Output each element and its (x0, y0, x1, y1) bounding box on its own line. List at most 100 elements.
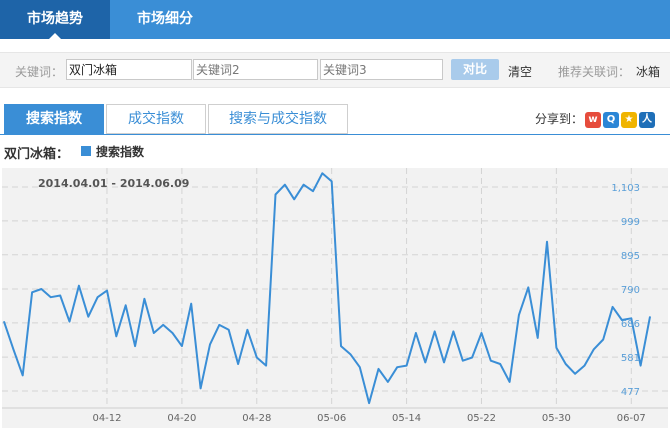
renren-share-icon[interactable]: 人 (639, 112, 655, 128)
tab-market-trend-label: 市场趋势 (27, 11, 83, 27)
data-point (68, 321, 71, 323)
data-point (649, 316, 651, 318)
legend-keyword: 双门冰箱： (4, 147, 70, 162)
x-tick-label: 05-14 (392, 413, 421, 424)
data-point (218, 324, 220, 326)
y-tick-label: 895 (621, 251, 640, 262)
data-point (640, 365, 642, 367)
tab-search-and-deal-index[interactable]: 搜索与成交指数 (208, 104, 348, 134)
active-tab-caret (49, 33, 61, 39)
data-point (265, 365, 267, 367)
data-point (106, 290, 108, 292)
data-point (87, 316, 89, 318)
plot-background (2, 168, 668, 428)
data-point (368, 402, 370, 404)
data-point (574, 373, 576, 375)
data-point (508, 381, 511, 383)
x-tick-label: 04-20 (167, 413, 196, 424)
data-point (546, 241, 548, 243)
data-point (3, 321, 5, 323)
x-tick-label: 06-07 (617, 413, 646, 424)
data-point (50, 296, 52, 298)
index-tabs: 搜索指数 成交指数 搜索与成交指数 分享到： w Q ★ 人 (0, 104, 670, 135)
data-point (143, 298, 146, 300)
keyword-3-input[interactable] (320, 59, 443, 80)
data-point (134, 345, 136, 347)
keyword-2-input[interactable] (193, 59, 318, 80)
data-point (78, 285, 80, 287)
data-point (284, 184, 286, 186)
tab-market-segment-label: 市场细分 (137, 11, 193, 27)
y-tick-label: 999 (621, 217, 640, 228)
data-point (22, 374, 24, 376)
data-point (359, 366, 361, 368)
x-tick-label: 04-28 (242, 413, 271, 424)
x-tick-label: 04-12 (92, 413, 121, 424)
x-tick-label: 05-30 (542, 413, 571, 424)
data-point (40, 288, 43, 290)
data-point (237, 363, 239, 365)
data-point (31, 291, 33, 293)
data-point (153, 332, 155, 334)
date-range-label: 2014.04.01 - 2014.06.09 (38, 177, 189, 190)
data-point (312, 190, 314, 192)
tab-search-index[interactable]: 搜索指数 (4, 104, 104, 134)
y-tick-label: 790 (621, 285, 640, 296)
qq-share-icon[interactable]: Q (603, 112, 619, 128)
data-point (246, 329, 249, 331)
data-point (565, 363, 567, 365)
data-point (209, 343, 211, 346)
compare-button[interactable]: 对比 (451, 59, 499, 80)
data-point (293, 198, 295, 200)
data-point (537, 337, 539, 339)
data-point (583, 365, 586, 367)
data-point (228, 329, 230, 331)
data-point (602, 338, 604, 341)
x-tick-label: 05-22 (467, 413, 496, 424)
data-point (527, 286, 529, 288)
data-point (555, 347, 557, 349)
tab-market-trend[interactable]: 市场趋势 (0, 0, 110, 39)
data-point (340, 345, 342, 347)
data-point (518, 314, 520, 316)
recommended-keyword-link[interactable]: 冰箱 (636, 63, 660, 80)
data-point (593, 348, 595, 350)
data-point (424, 361, 426, 363)
data-point (396, 366, 398, 368)
qzone-share-icon[interactable]: ★ (621, 112, 637, 128)
search-index-chart: 1,103 999 895 790 686 581 477 04-12 04-20 04-28 05… (2, 168, 668, 428)
recommend-label: 推荐关联词： (558, 65, 631, 79)
data-point (405, 365, 408, 367)
keyword-search-row: 关键词： 对比 清空 推荐关联词： 冰箱 (0, 52, 670, 88)
keyword-label: 关键词： (15, 65, 64, 79)
data-point (115, 335, 117, 337)
legend-series-name: 搜索指数 (96, 145, 145, 159)
data-point (321, 172, 323, 174)
tab-deal-index[interactable]: 成交指数 (106, 104, 206, 134)
data-point (190, 303, 192, 305)
legend-swatch (81, 146, 91, 156)
y-tick-label: 477 (621, 387, 640, 398)
tab-market-segment[interactable]: 市场细分 (110, 0, 220, 39)
data-point (415, 332, 417, 334)
chart-area: 1,103 999 895 790 686 581 477 04-12 04-20 04-28 05… (2, 168, 668, 428)
weibo-share-icon[interactable]: w (585, 112, 601, 128)
data-point (443, 361, 445, 363)
data-point (499, 363, 501, 365)
data-point (387, 381, 389, 383)
data-point (256, 356, 258, 359)
data-point (171, 332, 174, 334)
share-label: 分享到： (535, 112, 584, 126)
data-point (611, 306, 614, 308)
data-point (434, 330, 436, 332)
data-point (331, 180, 333, 183)
data-point (200, 387, 202, 390)
data-point (349, 353, 352, 355)
clear-button[interactable]: 清空 (508, 63, 532, 80)
y-tick-label: 686 (621, 319, 640, 330)
data-point (59, 294, 61, 297)
data-point (490, 360, 492, 362)
data-point (125, 304, 127, 306)
data-point (471, 356, 473, 359)
keyword-1-input[interactable] (66, 59, 192, 80)
